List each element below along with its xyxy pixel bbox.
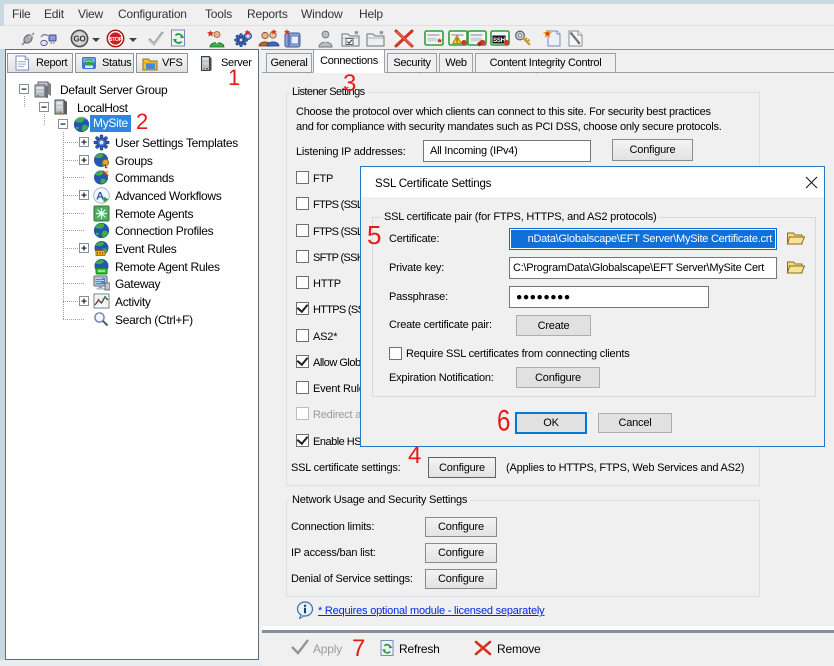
svg-text:!: !: [456, 38, 458, 45]
svg-text:GO: GO: [73, 35, 85, 44]
svg-text:STOP: STOP: [109, 37, 123, 43]
svg-text:SSH: SSH: [493, 38, 505, 44]
svg-text:A: A: [96, 191, 104, 203]
